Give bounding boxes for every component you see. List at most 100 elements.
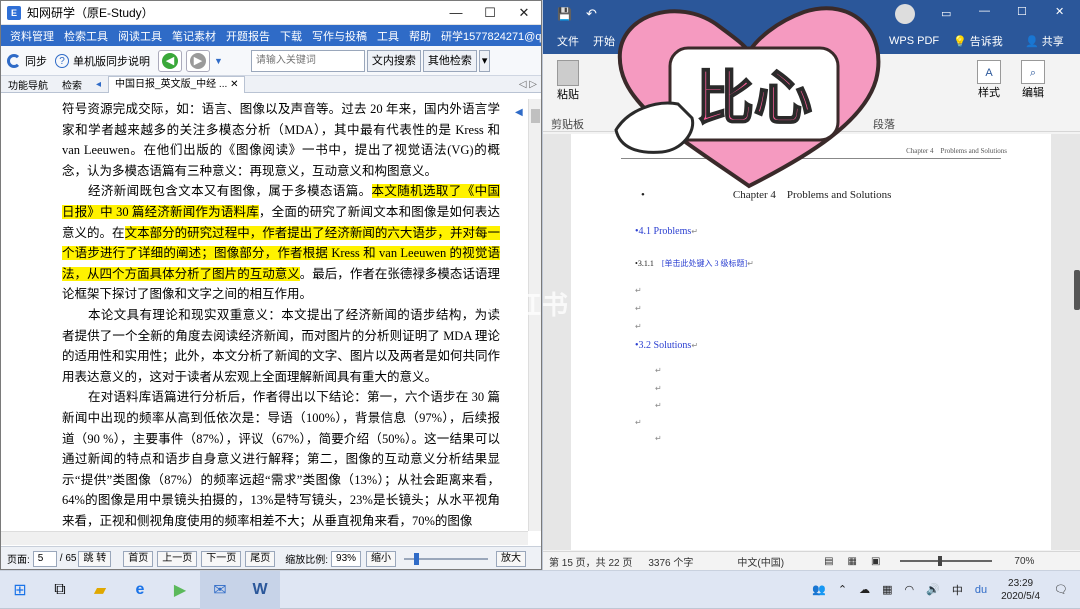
keyword-search-input[interactable] xyxy=(250,49,365,72)
cloud-icon[interactable]: ☁ xyxy=(859,583,870,596)
horizontal-scrollbar[interactable] xyxy=(1,531,528,545)
tab-scroll-icon[interactable]: ◁ ▷ xyxy=(519,79,541,90)
paste-label: 粘贴 xyxy=(557,89,579,101)
document-view: 符号资源完成交际，如：语言、图像以及声音等。过去 20 年来，国内外语言学家和学… xyxy=(1,99,528,531)
menu-item[interactable]: 帮助 xyxy=(404,28,436,44)
media-player-button[interactable]: ▶ xyxy=(160,571,200,609)
read-mode-icon[interactable]: ▤ xyxy=(824,556,833,567)
menu-item[interactable]: 工具 xyxy=(372,28,404,44)
time: 23:29 xyxy=(1008,577,1034,589)
other-search-button[interactable]: 其他检索 xyxy=(422,49,477,72)
zoom-slider[interactable] xyxy=(900,556,993,566)
word-page[interactable]: Chapter 4 Problems and Solutions • Chapte… xyxy=(571,134,1051,550)
menu-item[interactable]: 开题报告 xyxy=(221,28,275,44)
maximize-icon[interactable]: ☐ xyxy=(473,1,507,25)
notification-icon[interactable]: 🗨 xyxy=(1054,583,1068,596)
file-explorer-button[interactable]: ▰ xyxy=(80,571,120,609)
menu-item[interactable]: 下载 xyxy=(275,28,307,44)
save-icon[interactable]: 💾 xyxy=(557,7,572,21)
maximize-icon[interactable]: ☐ xyxy=(1017,5,1027,18)
language[interactable]: 中文(中国) xyxy=(737,554,784,569)
styles-icon: A xyxy=(977,60,1001,84)
in-doc-search-button[interactable]: 文内搜索 xyxy=(366,49,421,72)
forward-button[interactable]: ▶ xyxy=(186,49,210,72)
page-count[interactable]: 第 15 页，共 22 页 xyxy=(549,554,632,569)
styles-button[interactable]: A 样式 xyxy=(977,60,1001,100)
prev-page-button[interactable]: 上一页 xyxy=(157,550,198,567)
menu-bar: 资料管理 检索工具 阅读工具 笔记素材 开题报告 下载 写作与投稿 工具 帮助 … xyxy=(1,25,541,46)
last-page-button[interactable]: 尾页 xyxy=(245,550,276,567)
paragraph-mark: ↵ xyxy=(635,322,642,331)
minimize-icon[interactable]: — xyxy=(439,1,473,25)
web-layout-icon[interactable]: ▣ xyxy=(871,556,880,567)
clock[interactable]: 23:29 2020/5/4 xyxy=(1001,577,1040,603)
estudy-taskbar-button[interactable]: ✉ xyxy=(200,570,240,609)
paragraph: 在对语料库语篇进行分析后，作者得出以下结论：第一，六个语步在 30 篇新闻中出现… xyxy=(62,390,500,528)
first-page-button[interactable]: 首页 xyxy=(123,550,154,567)
find-icon: ⌕ xyxy=(1021,60,1045,84)
word-count[interactable]: 3376 个字 xyxy=(648,554,693,569)
menu-item[interactable]: 资料管理 xyxy=(5,28,59,44)
tab-close-icon[interactable]: ✕ xyxy=(230,79,238,90)
account-menu[interactable]: 研学1577824271@qq... xyxy=(436,28,541,44)
search-dropdown-icon[interactable]: ▾ xyxy=(478,49,491,72)
zoom-in-button[interactable]: 放大 xyxy=(496,550,527,567)
paste-button[interactable]: 粘贴 xyxy=(553,60,583,102)
next-page-button[interactable]: 下一页 xyxy=(201,550,242,567)
edit-button[interactable]: ⌕ 编辑 xyxy=(1021,60,1045,100)
menu-item[interactable]: 阅读工具 xyxy=(113,28,167,44)
close-icon[interactable]: ✕ xyxy=(1055,5,1064,18)
sync-icon xyxy=(7,53,21,68)
volume-icon[interactable]: 🔊 xyxy=(926,583,940,596)
word-title-bar: 💾 ↶ ▭ — ☐ ✕ xyxy=(543,0,1080,28)
up-arrow-icon[interactable]: ⌃ xyxy=(838,583,847,596)
toolbar: 同步 ? 单机版同步说明 ◀ ▶ ▼ 文内搜索 其他检索 ▾ xyxy=(1,46,541,76)
avatar[interactable] xyxy=(895,4,915,24)
word-icon: W xyxy=(252,580,268,598)
collapse-icon[interactable]: ◂ xyxy=(89,79,108,90)
tab-wps-pdf[interactable]: WPS PDF xyxy=(889,35,939,47)
edge-button[interactable]: e xyxy=(120,571,160,609)
sync-button[interactable]: 同步 xyxy=(7,53,47,69)
tab-home[interactable]: 开始 xyxy=(593,33,615,49)
zoom-slider[interactable] xyxy=(404,552,489,565)
help-button[interactable]: ? 单机版同步说明 xyxy=(55,53,150,69)
goto-button[interactable]: 跳 转 xyxy=(78,550,112,567)
ribbon-options-icon[interactable]: ▭ xyxy=(941,7,951,20)
people-icon[interactable]: 👥 xyxy=(812,583,826,596)
zoom-level[interactable]: 70% xyxy=(1014,556,1034,567)
paragraph-mark: ↵ xyxy=(655,366,662,375)
reader-status-bar: 页面: 5 / 65 跳 转 首页 上一页 下一页 尾页 缩放比例: 93% 缩… xyxy=(1,546,541,569)
menu-item[interactable]: 笔记素材 xyxy=(167,28,221,44)
word-taskbar-button[interactable]: W xyxy=(240,570,280,609)
minimize-icon[interactable]: — xyxy=(979,5,990,17)
print-layout-icon[interactable]: ▦ xyxy=(848,556,857,567)
menu-item[interactable]: 检索工具 xyxy=(59,28,113,44)
share-button[interactable]: 👤 共享 xyxy=(1025,33,1064,49)
zoom-out-button[interactable]: 缩小 xyxy=(366,550,397,567)
page-input[interactable]: 5 xyxy=(32,550,57,567)
undo-icon[interactable]: ↶ xyxy=(586,6,597,22)
menu-item[interactable]: 写作与投稿 xyxy=(307,28,372,44)
baidu-icon[interactable]: du xyxy=(975,584,987,596)
tab-search[interactable]: 检索 xyxy=(55,77,89,92)
ime-indicator[interactable]: 中 xyxy=(952,582,963,598)
windows-icon: ⊞ xyxy=(13,581,27,599)
network-icon[interactable]: ▦ xyxy=(882,583,892,596)
tab-nav[interactable]: 功能导航 xyxy=(1,77,55,92)
task-view-button[interactable]: ⧉ xyxy=(40,571,80,609)
word-window: 💾 ↶ ▭ — ☐ ✕ 文件 开始 WPS PDF 💡 告诉我 👤 共享 粘贴 … xyxy=(543,0,1080,570)
close-icon[interactable]: ✕ xyxy=(507,1,541,25)
folder-icon: ▰ xyxy=(93,581,107,599)
tab-document[interactable]: 中国日报_英文版_中经 ... ✕ xyxy=(108,75,246,93)
page-total: / 65 xyxy=(59,553,77,564)
zoom-input[interactable]: 93% xyxy=(331,550,362,567)
wifi-icon[interactable]: ◠ xyxy=(905,583,915,596)
scroll-thumb[interactable] xyxy=(531,109,540,123)
start-button[interactable]: ⊞ xyxy=(0,571,40,609)
back-button[interactable]: ◀ xyxy=(158,49,182,72)
dropdown-icon[interactable]: ▼ xyxy=(214,56,223,66)
tab-file[interactable]: 文件 xyxy=(557,33,579,49)
tell-me-search[interactable]: 💡 告诉我 xyxy=(953,33,1003,49)
side-tab[interactable] xyxy=(1074,270,1080,310)
